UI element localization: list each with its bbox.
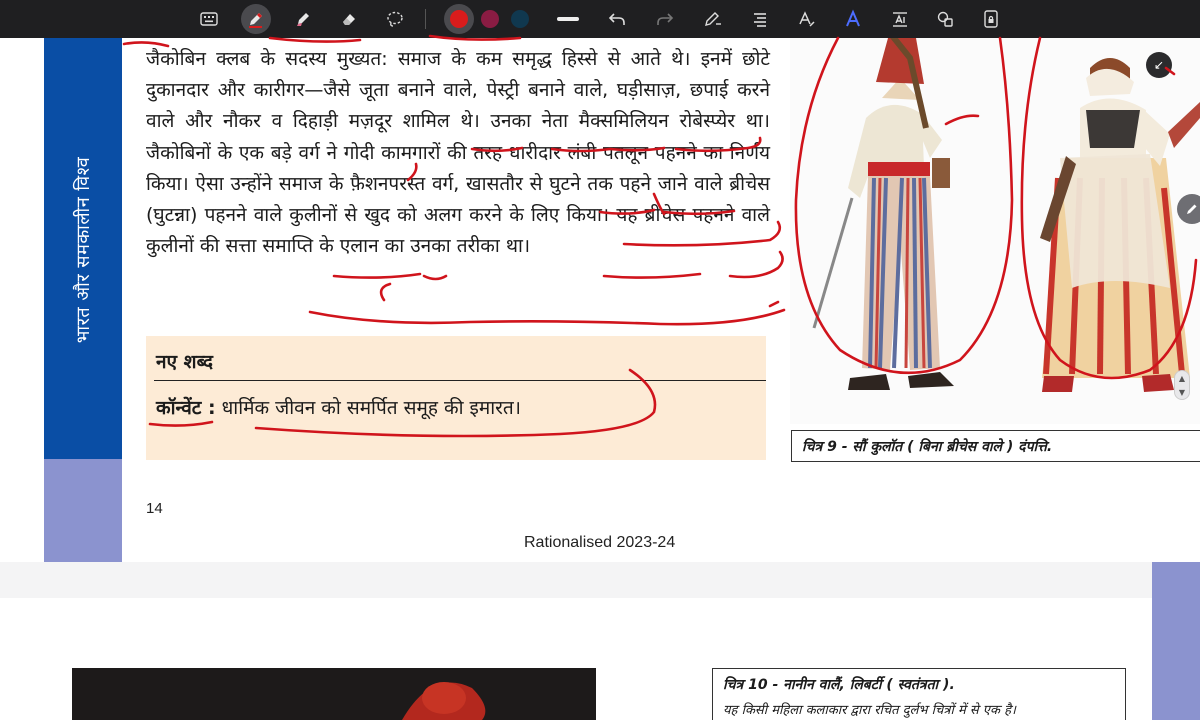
swatch-maroon [481, 10, 499, 28]
side-book-title-text: भारत और समकालीन विश्व [73, 156, 95, 344]
text-box-icon[interactable] [885, 4, 915, 34]
text-align-icon[interactable] [745, 4, 775, 34]
text-tool-icon[interactable] [792, 4, 822, 34]
liberty-painting [72, 668, 596, 720]
shapes-icon[interactable] [930, 4, 960, 34]
new-words-definition: कॉन्वेंट : धार्मिक जीवन को समर्पित समूह … [156, 394, 521, 420]
eraser-icon[interactable] [334, 4, 364, 34]
color-swatch-navy[interactable] [505, 4, 535, 34]
figure-9-illustration [790, 38, 1200, 424]
figure-10-caption-text: यह किसी महिला कलाकार द्वारा रचित दुर्लभ … [723, 703, 1016, 718]
page-scroll-stepper[interactable]: ▲ ▼ [1174, 370, 1190, 400]
lasso-icon[interactable] [380, 4, 410, 34]
annotation-toolbar [0, 0, 1200, 38]
redo-icon[interactable] [650, 4, 680, 34]
pen-icon[interactable] [241, 4, 271, 34]
figure-10-illustration [72, 668, 596, 720]
stroke-width-icon[interactable] [553, 4, 583, 34]
new-words-title: नए शब्द [156, 351, 214, 373]
figure-10-caption-box: चित्र 10 - नानीन वालैं, लिबर्टी ( स्वतंत… [712, 668, 1126, 720]
figure-9-caption: चित्र 9 - सौं कुलॉत ( बिना ब्रीचेस वाले … [791, 430, 1200, 462]
page-footer: Rationalised 2023-24 [524, 534, 676, 551]
chevron-up-icon[interactable]: ▲ [1179, 374, 1185, 383]
color-swatch-maroon[interactable] [475, 4, 505, 34]
chevron-down-icon[interactable]: ▼ [1179, 388, 1185, 397]
floating-pen-button[interactable] [1177, 194, 1200, 224]
lock-note-icon[interactable] [976, 4, 1006, 34]
shape-pen-icon[interactable] [698, 4, 728, 34]
new-words-rule [154, 380, 766, 381]
next-page-side-band [1152, 562, 1200, 720]
page-number: 14 [146, 500, 163, 517]
collapse-icon[interactable]: ↙ [1146, 52, 1172, 78]
highlighter-icon[interactable] [288, 4, 318, 34]
sans-culottes-couple-drawing [812, 38, 1200, 392]
chapter-side-band-light [44, 459, 122, 562]
color-swatch-red[interactable] [444, 4, 474, 34]
swatch-navy [511, 10, 529, 28]
figure-10-caption-title: चित्र 10 - नानीन वालैं, लिबर्टी ( स्वतंत… [723, 677, 955, 693]
side-book-title: भारत और समकालीन विश्व [63, 100, 103, 400]
undo-icon[interactable] [602, 4, 632, 34]
new-words-box: नए शब्द कॉन्वेंट : धार्मिक जीवन को समर्प… [146, 336, 766, 460]
font-style-icon[interactable] [838, 4, 868, 34]
new-words-term: कॉन्वेंट : [156, 397, 216, 419]
new-words-meaning: धार्मिक जीवन को समर्पित समूह की इमारत। [221, 397, 521, 419]
body-paragraph: जैकोबिन क्लब के सदस्य मुख्यत: समाज के कम… [146, 48, 770, 258]
swatch-red [450, 10, 468, 28]
toolbar-divider [425, 9, 426, 29]
keyboard-icon[interactable] [194, 4, 224, 34]
